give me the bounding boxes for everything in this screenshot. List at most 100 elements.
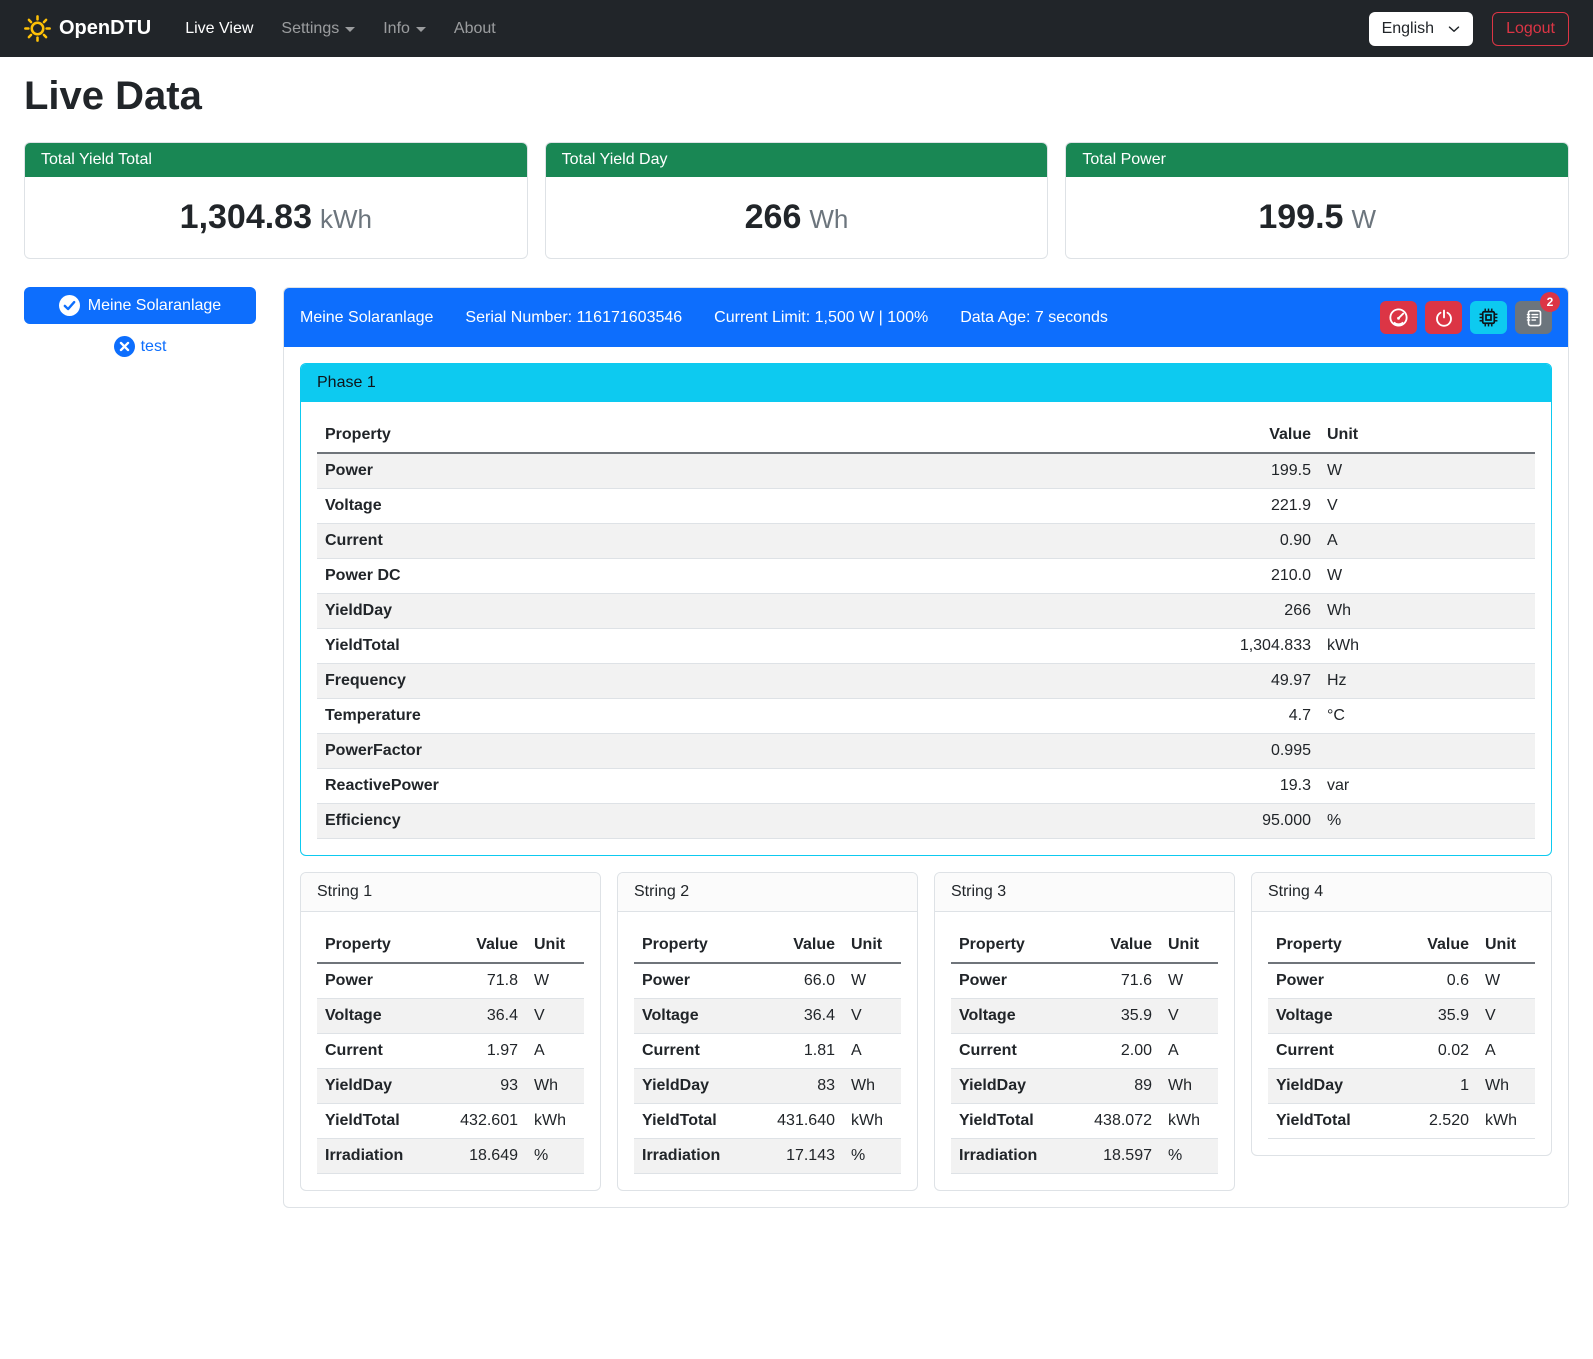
string-card: String 2 Property Value Unit Power66.0WV… — [617, 872, 918, 1191]
unit-cell: Wh — [843, 1069, 901, 1104]
table-row: Current1.97A — [317, 1034, 584, 1069]
column-header-value: Value — [431, 928, 526, 963]
table-row: Power66.0W — [634, 963, 901, 999]
logout-button[interactable]: Logout — [1492, 12, 1569, 46]
property-cell: Power — [317, 963, 431, 999]
table-row: YieldTotal438.072kWh — [951, 1104, 1218, 1139]
navbar: OpenDTU Live View Settings Info About En… — [0, 0, 1593, 57]
property-cell: Current — [1268, 1034, 1382, 1069]
table-row: Voltage35.9V — [1268, 999, 1535, 1034]
value-cell: 36.4 — [748, 999, 843, 1034]
property-cell: Irradiation — [317, 1139, 431, 1174]
event-log-button[interactable]: 2 — [1515, 301, 1552, 334]
nav-item-info[interactable]: Info — [369, 12, 440, 46]
card-body: 199.5W — [1066, 177, 1568, 258]
inverter-item-label: test — [141, 338, 167, 356]
property-cell: YieldTotal — [1268, 1104, 1382, 1139]
value-cell: 36.4 — [431, 999, 526, 1034]
chevron-down-icon — [1448, 23, 1460, 35]
nav-item-live-view[interactable]: Live View — [171, 12, 267, 46]
column-header-value: Value — [916, 418, 1319, 453]
column-header-value: Value — [748, 928, 843, 963]
string-card-body: Property Value Unit Power0.6WVoltage35.9… — [1252, 912, 1551, 1155]
unit-cell: var — [1319, 769, 1535, 804]
device-info-button[interactable] — [1470, 301, 1507, 334]
property-cell: PowerFactor — [317, 734, 916, 769]
string-table-header-row: Property Value Unit — [1268, 928, 1535, 963]
inverter-name: Meine Solaranlage — [300, 309, 433, 327]
property-cell: YieldDay — [951, 1069, 1065, 1104]
value-cell: 438.072 — [1065, 1104, 1160, 1139]
property-cell: YieldDay — [317, 1069, 431, 1104]
value-cell: 0.02 — [1382, 1034, 1477, 1069]
phase-card-body: Property Value Unit Power199.5WVoltage22… — [301, 402, 1551, 855]
inverter-sidebar: Meine Solaranlage test — [24, 287, 256, 357]
card-unit: Wh — [809, 204, 848, 234]
unit-cell: Wh — [1160, 1069, 1218, 1104]
power-icon — [1434, 308, 1454, 328]
table-row: Voltage36.4V — [317, 999, 584, 1034]
unit-cell: kWh — [843, 1104, 901, 1139]
table-row: Irradiation18.597% — [951, 1139, 1218, 1174]
total-yield-day-card: Total Yield Day 266Wh — [545, 142, 1049, 259]
table-row: Power71.6W — [951, 963, 1218, 999]
unit-cell: % — [1319, 804, 1535, 839]
inverter-card-header: Meine Solaranlage Serial Number: 1161716… — [284, 288, 1568, 347]
string-card-title: String 3 — [935, 873, 1234, 912]
event-count-badge: 2 — [1540, 292, 1560, 312]
property-cell: YieldDay — [317, 594, 916, 629]
value-cell: 1.97 — [431, 1034, 526, 1069]
inverter-select-button[interactable]: Meine Solaranlage — [24, 287, 256, 324]
property-cell: Current — [634, 1034, 748, 1069]
table-row: Voltage36.4V — [634, 999, 901, 1034]
property-cell: YieldTotal — [317, 1104, 431, 1139]
card-value: 266 — [745, 198, 802, 236]
unit-cell: Wh — [526, 1069, 584, 1104]
card-unit: W — [1351, 204, 1376, 234]
string-card: String 4 Property Value Unit Power0.6WVo… — [1251, 872, 1552, 1156]
unit-cell: W — [1160, 963, 1218, 999]
property-cell: Voltage — [317, 999, 431, 1034]
nav-item-about[interactable]: About — [440, 12, 510, 46]
column-header-property: Property — [317, 928, 431, 963]
check-circle-icon — [59, 295, 80, 316]
value-cell: 71.8 — [431, 963, 526, 999]
journal-text-icon — [1524, 308, 1544, 328]
brand[interactable]: OpenDTU — [24, 15, 151, 42]
property-cell: YieldTotal — [634, 1104, 748, 1139]
unit-cell: kWh — [1477, 1104, 1535, 1139]
column-header-unit: Unit — [1477, 928, 1535, 963]
card-value: 1,304.83 — [180, 198, 312, 236]
value-cell: 432.601 — [431, 1104, 526, 1139]
card-unit: kWh — [320, 204, 372, 234]
unit-cell: A — [1477, 1034, 1535, 1069]
unit-cell — [1319, 734, 1535, 769]
property-cell: Current — [951, 1034, 1065, 1069]
string-table-header-row: Property Value Unit — [634, 928, 901, 963]
property-cell: Power — [951, 963, 1065, 999]
table-row: YieldTotal1,304.833kWh — [317, 629, 1535, 664]
table-row: Temperature4.7°C — [317, 699, 1535, 734]
limit-settings-button[interactable] — [1380, 301, 1417, 334]
property-cell: YieldTotal — [317, 629, 916, 664]
value-cell: 89 — [1065, 1069, 1160, 1104]
total-yield-total-card: Total Yield Total 1,304.83kWh — [24, 142, 528, 259]
chevron-down-icon — [416, 27, 426, 32]
x-circle-icon — [114, 336, 135, 357]
power-toggle-button[interactable] — [1425, 301, 1462, 334]
language-select[interactable]: English — [1369, 12, 1473, 46]
property-cell: Efficiency — [317, 804, 916, 839]
language-select-value: English — [1382, 20, 1434, 38]
property-cell: Power DC — [317, 559, 916, 594]
unit-cell: A — [843, 1034, 901, 1069]
string-card-body: Property Value Unit Power71.6WVoltage35.… — [935, 912, 1234, 1190]
nav-item-settings[interactable]: Settings — [267, 12, 369, 46]
value-cell: 49.97 — [916, 664, 1319, 699]
table-row: YieldDay83Wh — [634, 1069, 901, 1104]
property-cell: Temperature — [317, 699, 916, 734]
table-row: YieldTotal431.640kWh — [634, 1104, 901, 1139]
inverter-action-buttons: 2 — [1380, 301, 1552, 334]
unit-cell: % — [843, 1139, 901, 1174]
inverter-item-test[interactable]: test — [24, 336, 256, 357]
value-cell: 95.000 — [916, 804, 1319, 839]
